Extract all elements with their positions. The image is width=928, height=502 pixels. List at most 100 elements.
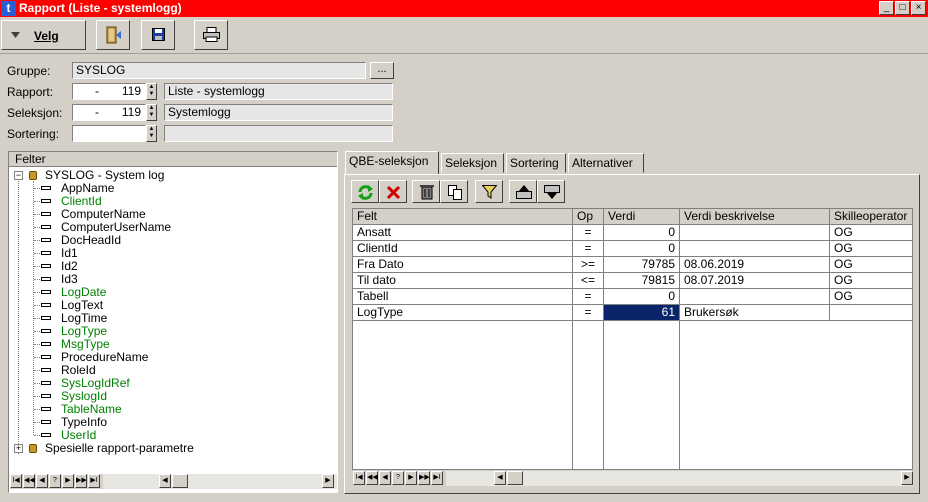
grid-cell-op[interactable]: >= <box>573 257 604 273</box>
nav-last-button[interactable]: ▶I <box>88 474 100 488</box>
grid-column-header[interactable]: Op <box>573 209 604 225</box>
minimize-button[interactable]: _ <box>879 1 894 15</box>
nav-prev-button[interactable]: ◀ <box>36 474 48 488</box>
grid-cell-skille[interactable]: OG <box>830 241 912 257</box>
grid-scroll-thumb[interactable] <box>507 471 523 485</box>
maximize-button[interactable]: □ <box>895 1 910 15</box>
seleksjon-number-field[interactable]: - 119 <box>72 104 146 121</box>
qbe-grid[interactable]: Felt Op Verdi Verdi beskrivelse Skilleoperat… <box>352 208 913 470</box>
velg-button[interactable]: Velg <box>1 20 86 50</box>
grid-cell-verdi[interactable]: 0 <box>604 225 680 241</box>
grid-cell-beskrivelse[interactable]: 08.07.2019 <box>680 273 830 289</box>
field-icon <box>41 407 51 411</box>
nav-first-button[interactable]: I◀ <box>10 474 22 488</box>
save-button[interactable] <box>141 20 175 50</box>
grid-cell-op[interactable]: = <box>573 305 604 321</box>
field-icon <box>41 290 51 294</box>
rapport-spinner[interactable]: ▲ ▼ <box>146 83 157 100</box>
exit-button[interactable] <box>96 20 130 50</box>
seleksjon-spinner[interactable]: ▲ ▼ <box>146 104 157 121</box>
fields-tree-panel: Felter − SYSLOG - System log AppName Client… <box>8 151 338 493</box>
copy-button[interactable] <box>440 180 468 203</box>
grid-cell-op[interactable]: = <box>573 225 604 241</box>
rapport-label: Rapport: <box>7 85 54 99</box>
grid-cell-felt[interactable]: LogType <box>353 305 573 321</box>
grid-nav-last-button[interactable]: ▶I <box>431 471 443 485</box>
grid-cell-felt[interactable]: ClientId <box>353 241 573 257</box>
grid-cell-beskrivelse[interactable]: 08.06.2019 <box>680 257 830 273</box>
grid-column-header[interactable]: Verdi beskrivelse <box>680 209 830 225</box>
expand-toggle[interactable]: + <box>14 444 23 453</box>
field-icon <box>41 381 51 385</box>
gruppe-field[interactable]: SYSLOG <box>72 62 366 79</box>
floppy-save-icon <box>152 28 165 41</box>
grid-cell-beskrivelse[interactable] <box>680 241 830 257</box>
grid-cell-beskrivelse[interactable]: Brukersøk <box>680 305 830 321</box>
grid-cell-felt[interactable]: Tabell <box>353 289 573 305</box>
close-button[interactable]: × <box>911 1 926 15</box>
grid-cell-op[interactable]: = <box>573 289 604 305</box>
sortering-spinner[interactable]: ▲ ▼ <box>146 125 157 142</box>
filter-button[interactable] <box>475 180 503 203</box>
grid-cell-skille[interactable]: OG <box>830 257 912 273</box>
grid-cell-verdi[interactable]: 0 <box>604 289 680 305</box>
grid-cell-verdi[interactable]: 79815 <box>604 273 680 289</box>
tab-qbe-seleksjon[interactable]: QBE-seleksjon <box>345 151 439 174</box>
tree-connector <box>34 201 40 202</box>
grid-cell-verdi[interactable]: 0 <box>604 241 680 257</box>
gruppe-label: Gruppe: <box>7 64 51 78</box>
grid-cell-skille[interactable]: OG <box>830 225 912 241</box>
refresh-button[interactable] <box>351 180 379 203</box>
grid-scroll-right-button[interactable]: ▶ <box>901 471 913 485</box>
grid-cell-op[interactable]: <= <box>573 273 604 289</box>
print-button[interactable] <box>194 20 228 50</box>
grid-cell-felt[interactable]: Ansatt <box>353 225 573 241</box>
field-icon <box>41 394 51 398</box>
tab-alternativer[interactable]: Alternativer <box>568 153 644 173</box>
grid-nav-first-button[interactable]: I◀ <box>353 471 365 485</box>
grid-hscrollbar[interactable]: ◀ ▶ <box>446 471 913 486</box>
scroll-right-button[interactable]: ▶ <box>322 474 334 488</box>
nav-next-button[interactable]: ▶ <box>62 474 74 488</box>
grid-scroll-left-button[interactable]: ◀ <box>494 471 506 485</box>
collapse-toggle[interactable]: − <box>14 171 23 180</box>
tab-seleksjon[interactable]: Seleksjon <box>441 153 504 173</box>
grid-nav-prev-page-button[interactable]: ◀◀ <box>366 471 378 485</box>
grid-column-header[interactable]: Skilleoperator <box>830 209 912 225</box>
gruppe-browse-button[interactable]: ... <box>370 62 394 79</box>
grid-cell-felt[interactable]: Fra Dato <box>353 257 573 273</box>
tree-nav-bar: I◀ ◀◀ ◀ ? ▶ ▶▶ ▶I ◀ ▶ <box>10 474 337 489</box>
grid-cell-verdi[interactable]: 61 <box>604 305 680 321</box>
grid-column-header[interactable]: Felt <box>353 209 573 225</box>
grid-cell-beskrivelse[interactable] <box>680 225 830 241</box>
grid-cell-skille[interactable]: OG <box>830 273 912 289</box>
tree-scroll-thumb[interactable] <box>172 474 188 488</box>
grid-cell-skille[interactable] <box>830 305 912 321</box>
grid-nav-next-page-button[interactable]: ▶▶ <box>418 471 430 485</box>
grid-nav-query-button[interactable]: ? <box>392 471 404 485</box>
nav-query-button[interactable]: ? <box>49 474 61 488</box>
velg-label: Velg <box>34 29 59 43</box>
tree-root-spesielle[interactable]: Spesielle rapport-parametre <box>45 442 194 455</box>
grid-cell-felt[interactable]: Til dato <box>353 273 573 289</box>
trash-button[interactable] <box>412 180 440 203</box>
sortering-number-field[interactable] <box>72 125 146 142</box>
table-icon <box>29 171 37 180</box>
grid-column-header[interactable]: Verdi <box>604 209 680 225</box>
grid-cell-op[interactable]: = <box>573 241 604 257</box>
grid-cell-verdi[interactable]: 79785 <box>604 257 680 273</box>
move-up-button[interactable] <box>509 180 537 203</box>
tree-hscrollbar[interactable]: ◀ ▶ <box>103 474 337 489</box>
grid-nav-prev-button[interactable]: ◀ <box>379 471 391 485</box>
rapport-number-field[interactable]: - 119 <box>72 83 146 100</box>
move-down-button[interactable] <box>537 180 565 203</box>
grid-cell-beskrivelse[interactable] <box>680 289 830 305</box>
nav-prev-page-button[interactable]: ◀◀ <box>23 474 35 488</box>
delete-row-button[interactable] <box>379 180 407 203</box>
grid-nav-next-button[interactable]: ▶ <box>405 471 417 485</box>
grid-cell-skille[interactable]: OG <box>830 289 912 305</box>
tree-connector <box>34 240 40 241</box>
scroll-left-button[interactable]: ◀ <box>159 474 171 488</box>
nav-next-page-button[interactable]: ▶▶ <box>75 474 87 488</box>
tab-sortering[interactable]: Sortering <box>506 153 566 173</box>
